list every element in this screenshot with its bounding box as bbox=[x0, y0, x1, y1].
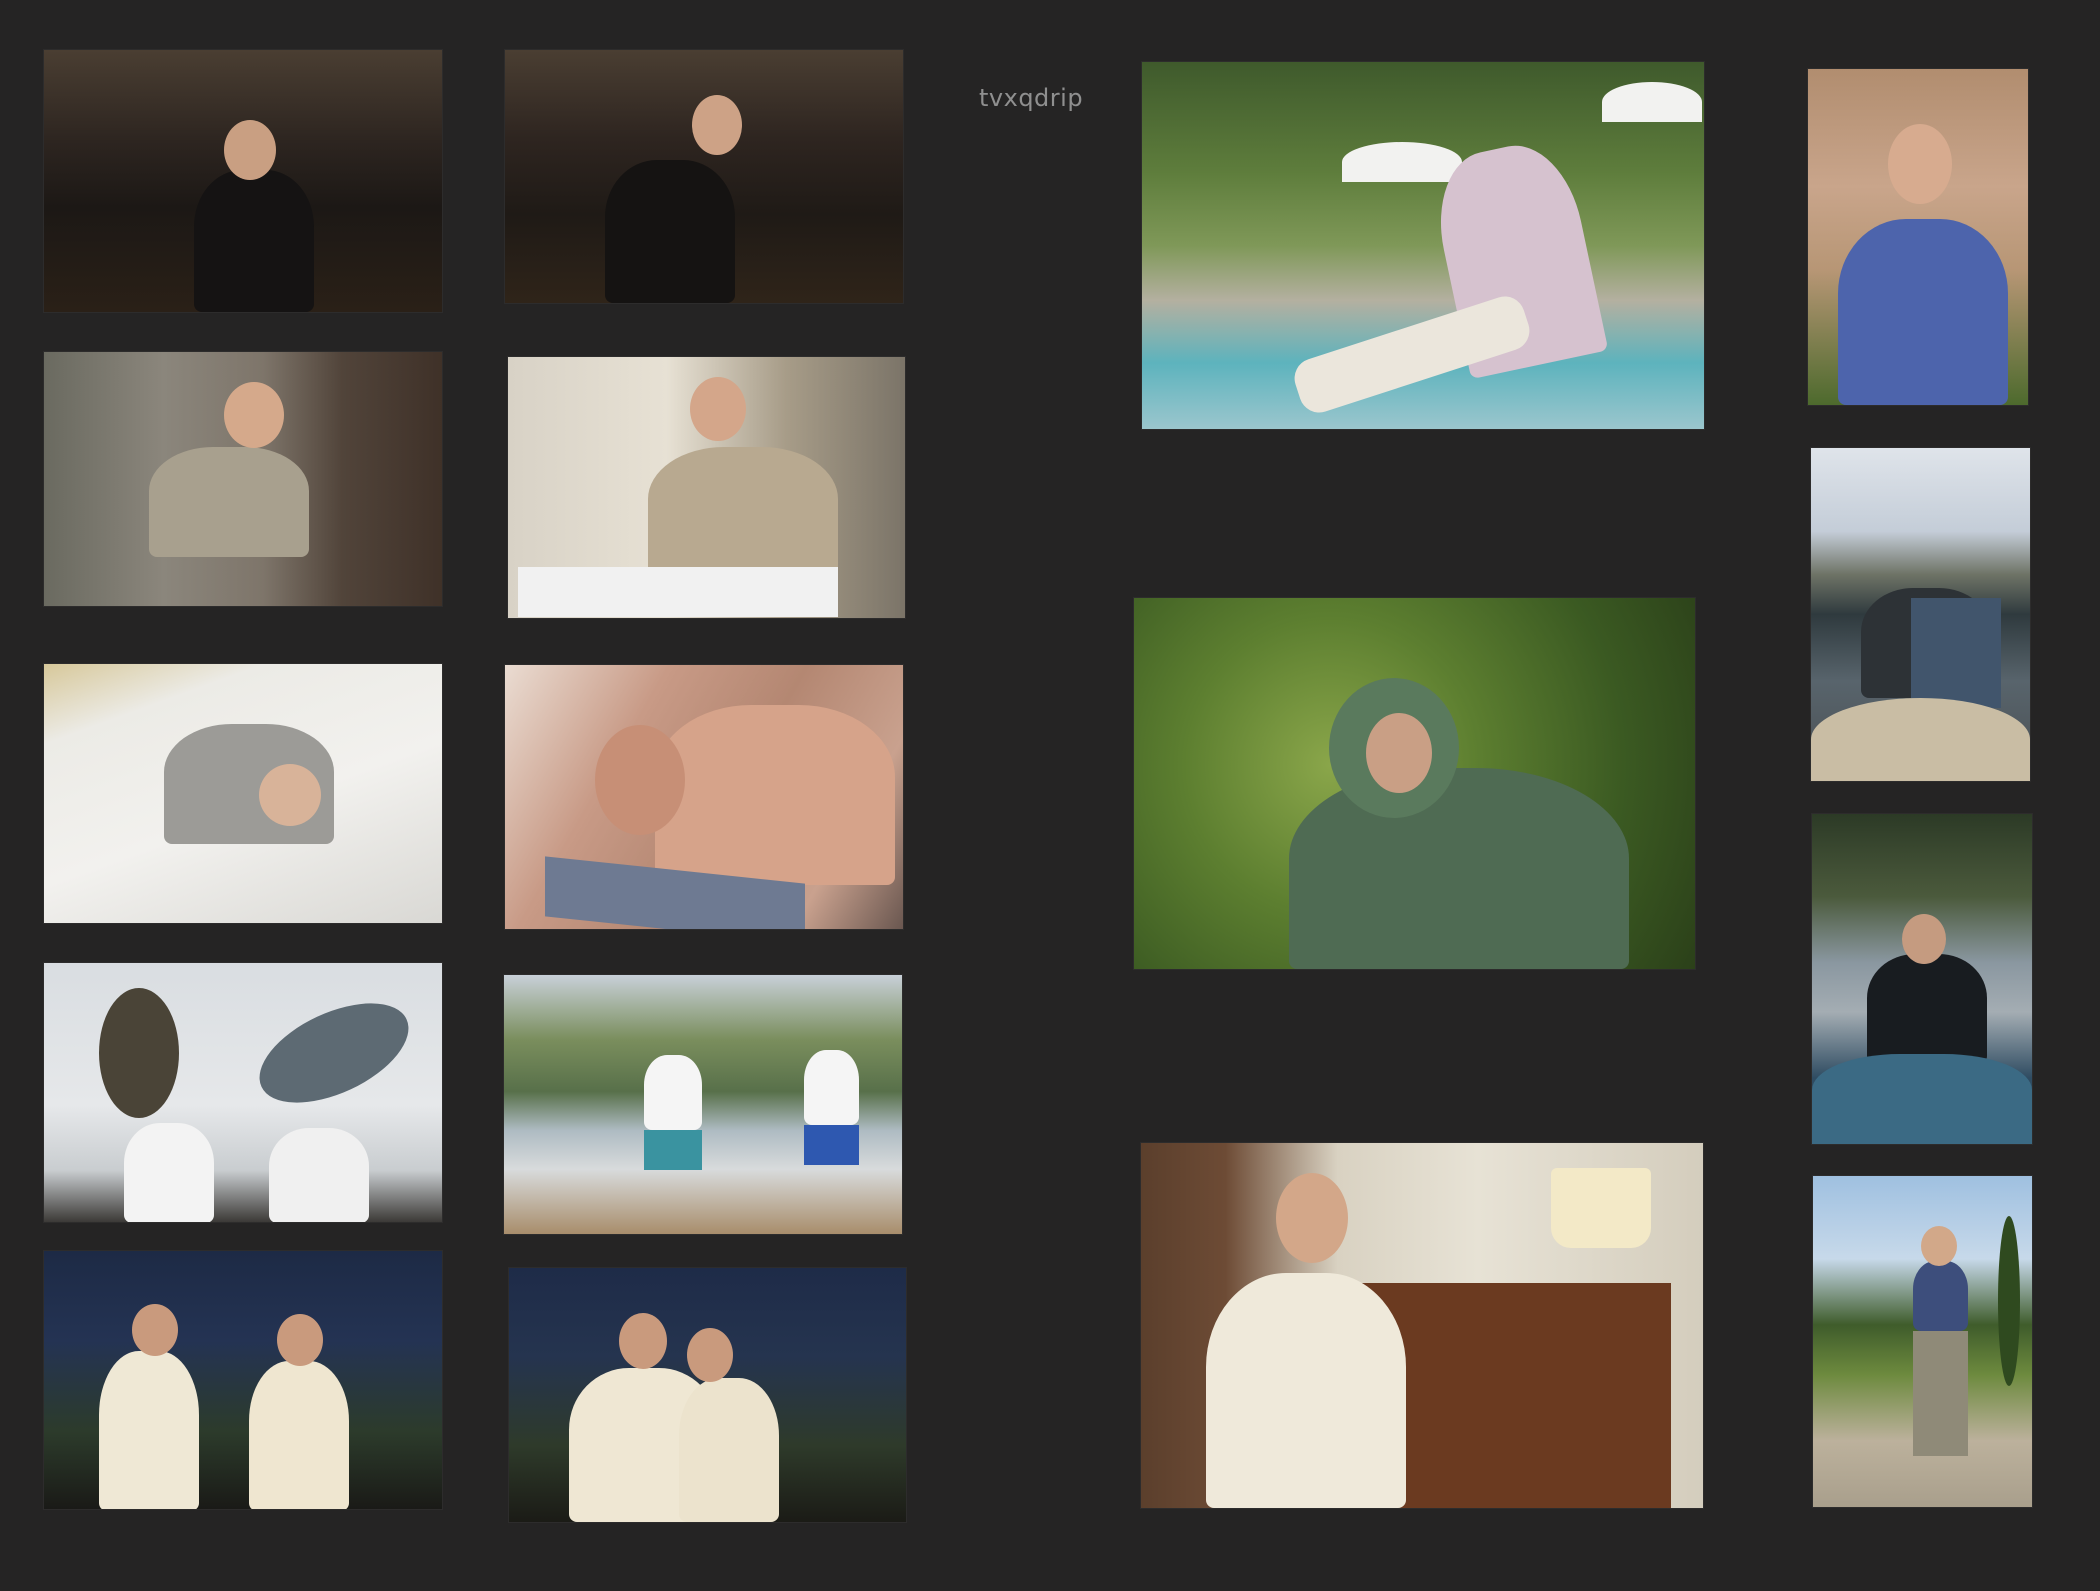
umbrella bbox=[1342, 142, 1462, 182]
figure-body bbox=[194, 170, 314, 312]
photo-16[interactable] bbox=[1812, 814, 2032, 1144]
photo-17[interactable] bbox=[1813, 1176, 2032, 1507]
figure-head bbox=[1888, 124, 1952, 204]
figure-body bbox=[1867, 954, 1987, 1064]
figure-head bbox=[1921, 1226, 1957, 1266]
figure-body bbox=[644, 1055, 702, 1130]
blanket bbox=[1911, 598, 2001, 708]
watermark-text: tvxqdrip bbox=[979, 84, 1084, 112]
photo-7[interactable] bbox=[44, 963, 442, 1222]
figure-head bbox=[692, 95, 742, 155]
photo-5[interactable] bbox=[44, 664, 442, 923]
lamp bbox=[1551, 1168, 1651, 1248]
photo-9[interactable] bbox=[44, 1251, 442, 1509]
figure-body bbox=[648, 447, 838, 577]
umbrella bbox=[1602, 82, 1702, 122]
photo-1[interactable] bbox=[44, 50, 442, 312]
figure-body bbox=[124, 1123, 214, 1222]
figure-body bbox=[655, 705, 895, 885]
figure-head bbox=[277, 1314, 323, 1366]
figure-body bbox=[249, 1361, 349, 1509]
photo-11[interactable] bbox=[1142, 62, 1704, 429]
figure-body bbox=[99, 1351, 199, 1509]
figure-head bbox=[595, 725, 685, 835]
figure-body bbox=[679, 1378, 779, 1522]
figure-body bbox=[804, 1050, 859, 1125]
photo-2[interactable] bbox=[505, 50, 903, 303]
figure-head bbox=[690, 377, 746, 441]
figure-head bbox=[259, 764, 321, 826]
photo-12[interactable] bbox=[1808, 69, 2028, 405]
figure-legs bbox=[1913, 1331, 1968, 1456]
surfboard bbox=[99, 988, 179, 1118]
figure-body bbox=[1913, 1261, 1968, 1331]
figure-body bbox=[1289, 768, 1629, 969]
cypress-tree bbox=[1998, 1216, 2020, 1386]
figure-head bbox=[224, 382, 284, 448]
figure-body bbox=[269, 1128, 369, 1222]
canoe bbox=[1811, 698, 2030, 781]
photo-8[interactable] bbox=[504, 975, 902, 1234]
puzzle-board bbox=[518, 567, 838, 617]
figure-head bbox=[1276, 1173, 1348, 1263]
photo-14[interactable] bbox=[1811, 448, 2030, 781]
figure-head bbox=[132, 1304, 178, 1356]
figure-body bbox=[1206, 1273, 1406, 1508]
figure-head bbox=[1902, 914, 1946, 964]
photo-4[interactable] bbox=[508, 357, 905, 618]
photo-15[interactable] bbox=[1141, 1143, 1703, 1508]
photo-10[interactable] bbox=[509, 1268, 906, 1522]
figure-head bbox=[687, 1328, 733, 1382]
photo-6[interactable] bbox=[505, 665, 903, 929]
shorts bbox=[644, 1130, 702, 1170]
shorts bbox=[804, 1125, 859, 1165]
surfboard bbox=[244, 982, 424, 1124]
figure-head bbox=[224, 120, 276, 180]
figure-body bbox=[149, 447, 309, 557]
canoe bbox=[1812, 1054, 2032, 1144]
figure-legs bbox=[1289, 291, 1535, 418]
figure-body bbox=[605, 160, 735, 303]
photo-3[interactable] bbox=[44, 352, 442, 606]
figure-body bbox=[1838, 219, 2008, 405]
figure-head bbox=[619, 1313, 667, 1369]
figure-head bbox=[1366, 713, 1432, 793]
photo-13[interactable] bbox=[1134, 598, 1695, 969]
